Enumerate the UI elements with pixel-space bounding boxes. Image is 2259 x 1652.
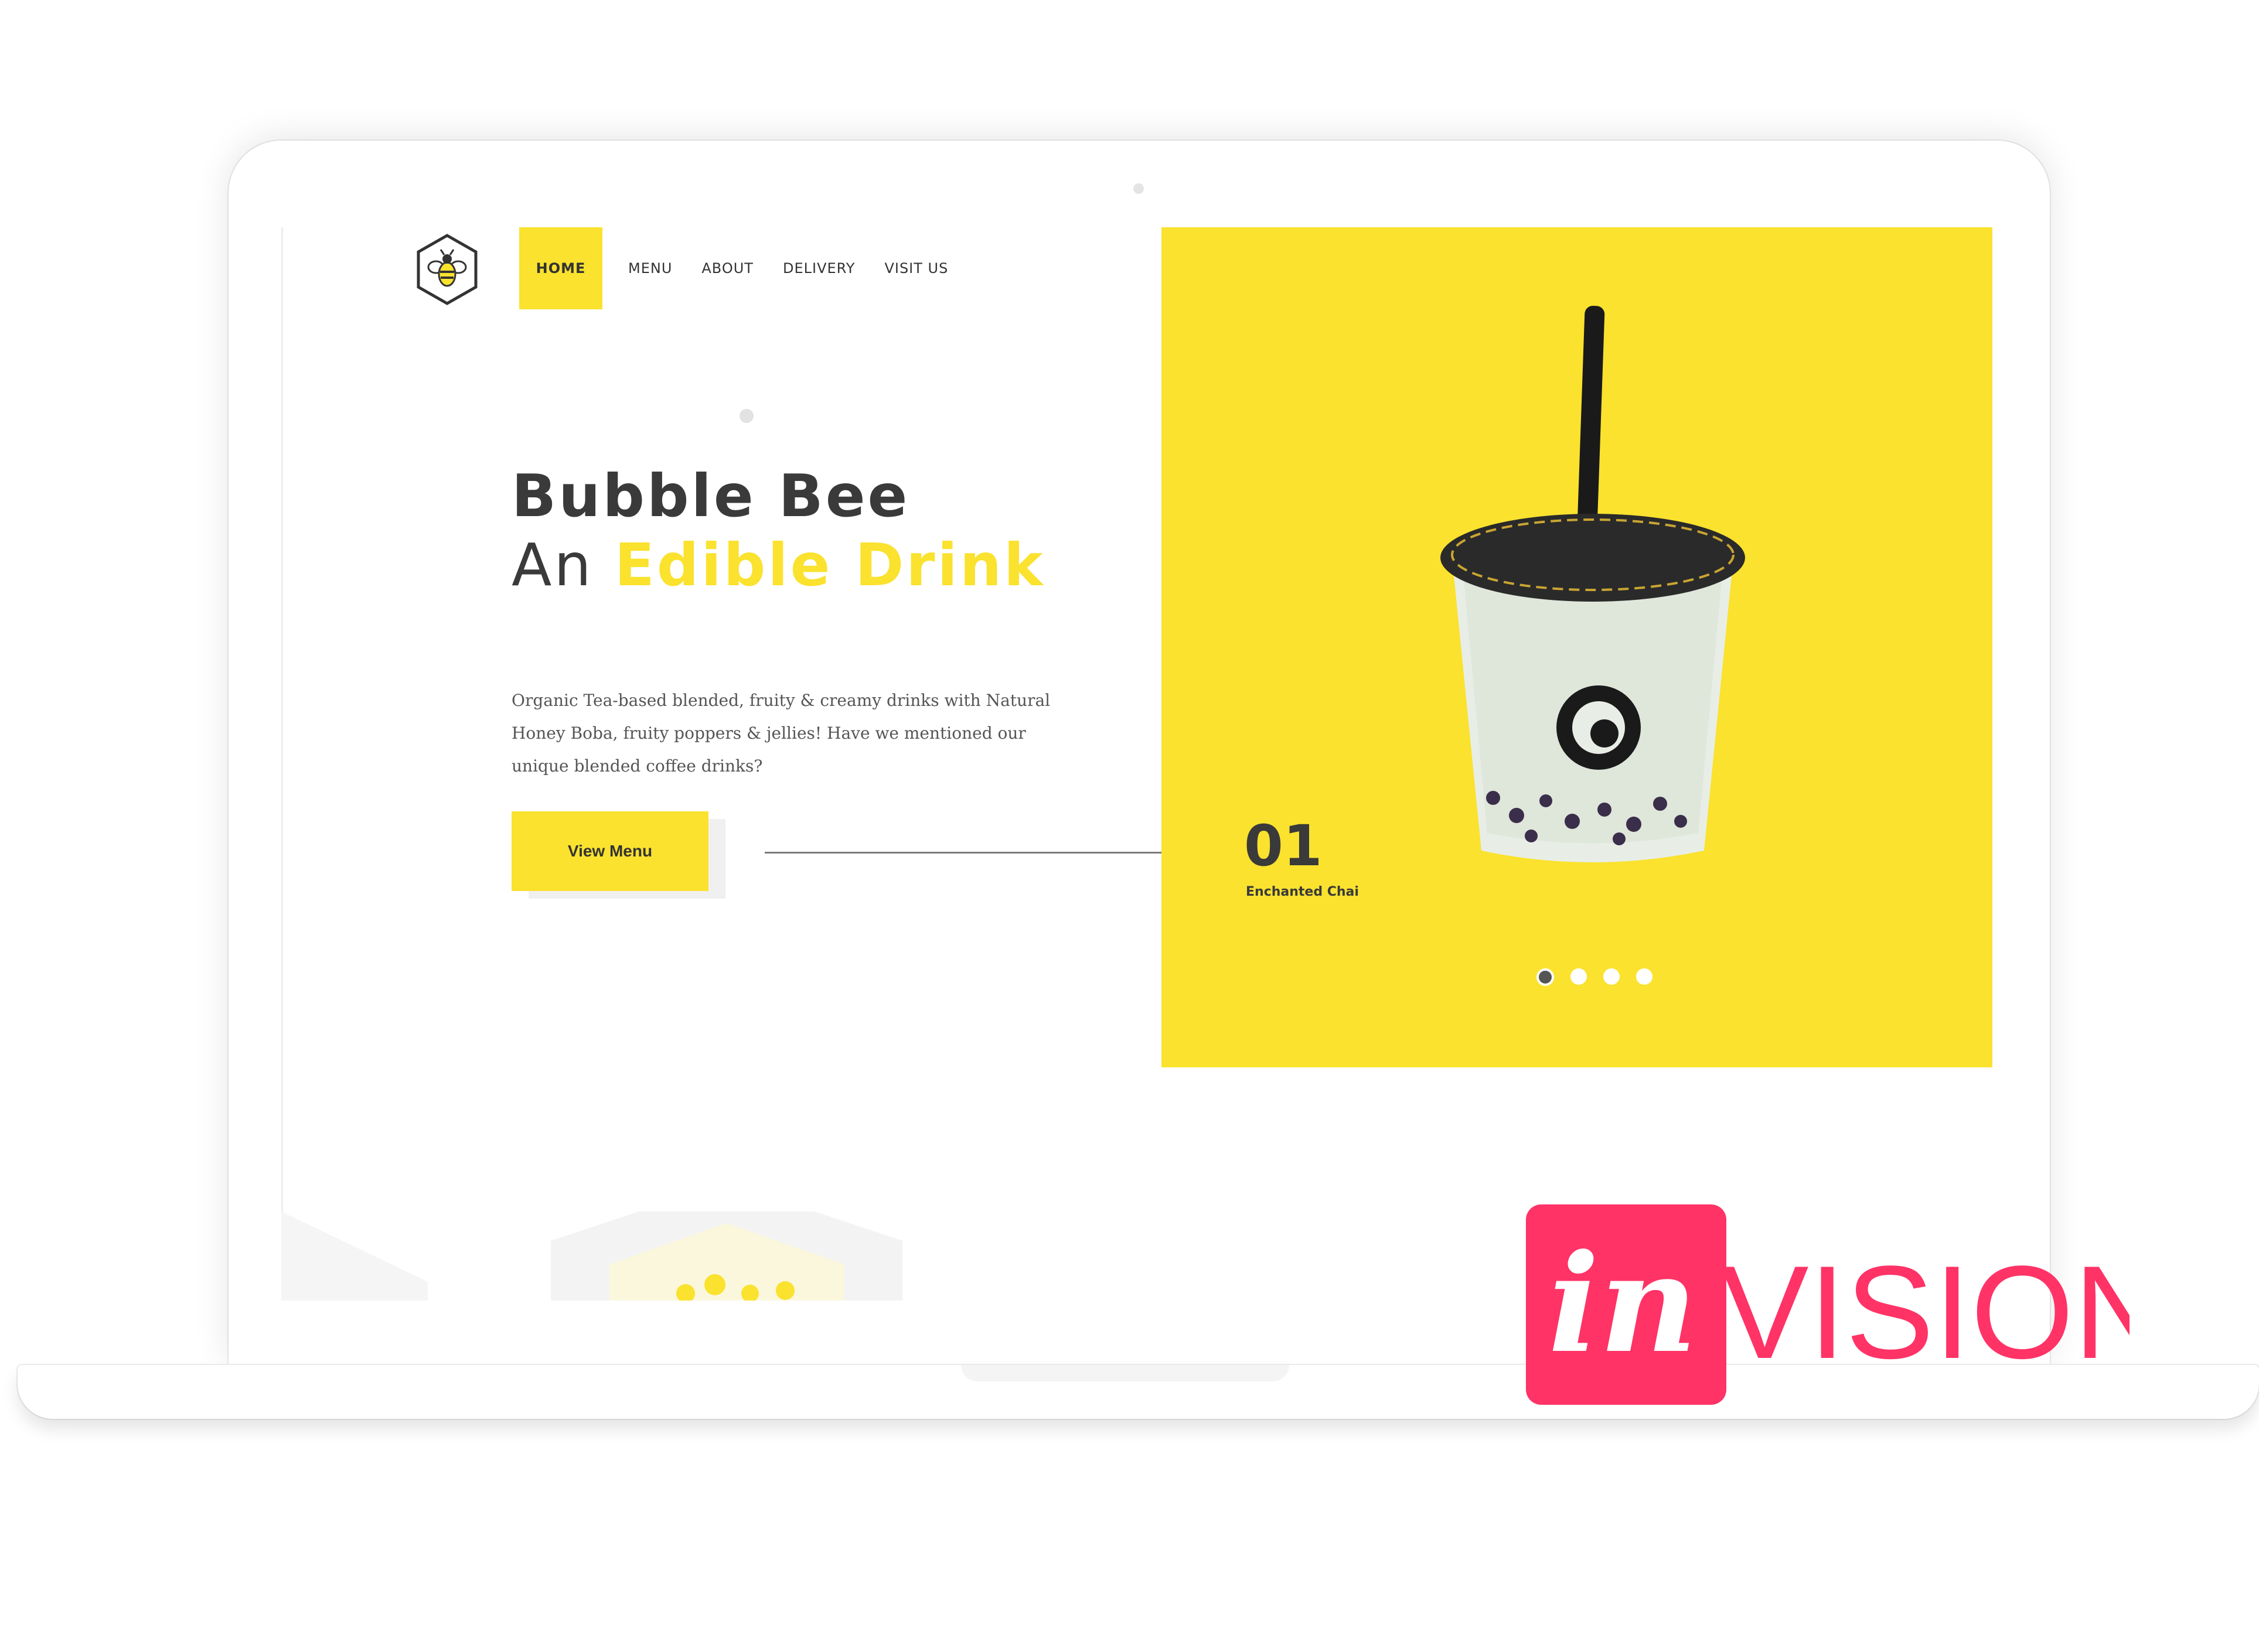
nav-menu[interactable]: MENU xyxy=(628,260,672,277)
view-menu-button[interactable]: View Menu xyxy=(512,811,708,891)
hero-title: Bubble Bee xyxy=(512,462,910,530)
slider-dots xyxy=(1536,968,1669,986)
slider-dot-1[interactable] xyxy=(1536,968,1554,986)
slider-dot-3[interactable] xyxy=(1603,968,1620,985)
nav-about[interactable]: ABOUT xyxy=(701,260,754,277)
slider-dot-2[interactable] xyxy=(1570,968,1587,985)
product-slider: 01 Enchanted Chai xyxy=(1161,227,1992,1067)
website-screen: HOME MENU ABOUT DELIVERY VISIT US Bubble… xyxy=(281,227,1992,1301)
nav-delivery[interactable]: DELIVERY xyxy=(783,260,855,277)
laptop-notch xyxy=(961,1365,1289,1381)
camera-icon xyxy=(1133,183,1144,194)
nav-visit-us[interactable]: VISIT US xyxy=(884,260,948,277)
bee-hexagon-logo-icon[interactable] xyxy=(415,233,479,306)
honeycomb-decor-icon xyxy=(281,1211,902,1301)
mockup-stage: HOME MENU ABOUT DELIVERY VISIT US Bubble… xyxy=(0,0,2259,1652)
slide-connector-line xyxy=(765,852,1202,854)
main-nav: HOME MENU ABOUT DELIVERY VISIT US xyxy=(519,227,977,309)
decorative-dot xyxy=(740,409,754,423)
invision-logo-text: VISION xyxy=(1720,1238,2129,1386)
hero-subtitle: An Edible Drink xyxy=(512,531,1045,599)
slide-name: Enchanted Chai xyxy=(1246,885,1359,899)
screen-edge xyxy=(281,227,283,1301)
slider-dot-4[interactable] xyxy=(1636,968,1652,985)
invision-logo-prefix: in xyxy=(1548,1225,1698,1383)
nav-home[interactable]: HOME xyxy=(519,227,602,309)
slide-number: 01 xyxy=(1244,813,1323,879)
hero-description: Organic Tea-based blended, fruity & crea… xyxy=(512,691,1051,776)
hero-subtitle-plain: An xyxy=(512,531,615,599)
bubble-tea-cup-image xyxy=(1440,306,1745,862)
invision-logo: in VISION xyxy=(1526,1204,2129,1405)
hero-subtitle-accent: Edible Drink xyxy=(614,531,1045,599)
